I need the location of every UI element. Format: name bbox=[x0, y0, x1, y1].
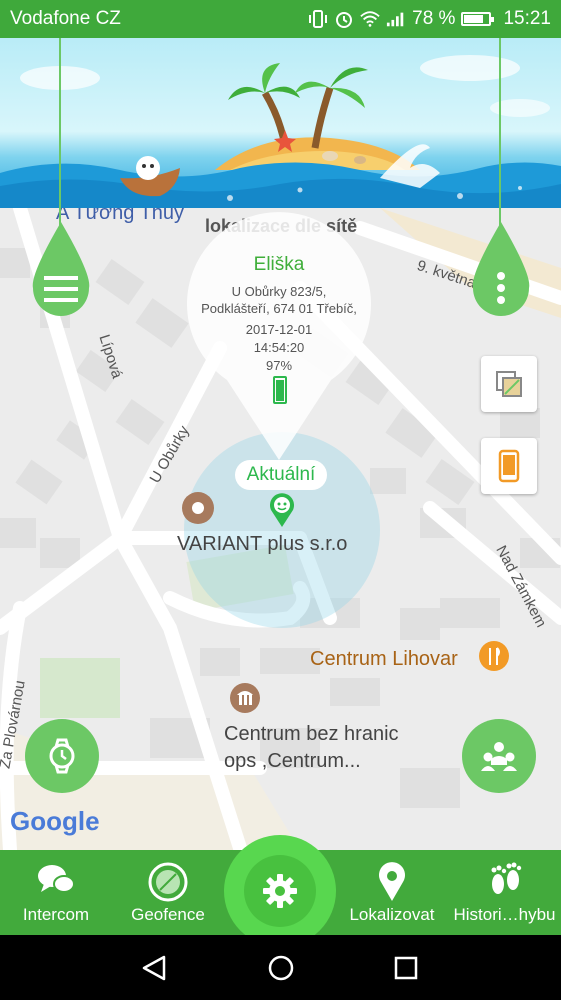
current-location-label: Aktuální bbox=[246, 464, 316, 485]
status-bar: Vodafone CZ 78 % 15:21 bbox=[0, 0, 561, 38]
address-line-1: U Obůrky 823/5, bbox=[231, 284, 327, 299]
landmark-icon bbox=[230, 683, 260, 713]
poi-lihovar-label: Centrum Lihovar bbox=[310, 648, 458, 670]
layers-icon bbox=[496, 371, 522, 397]
hamburger-icon bbox=[44, 276, 78, 302]
battery-percent: 78 % bbox=[412, 8, 456, 29]
more-vertical-icon bbox=[497, 272, 505, 304]
poi-pin-icon bbox=[182, 492, 214, 524]
menu-button[interactable] bbox=[30, 220, 92, 320]
gear-icon bbox=[263, 874, 297, 908]
options-drop-shape bbox=[472, 222, 530, 316]
address-line-2: Podklášteří, 674 01 Třebíč, bbox=[201, 301, 357, 316]
more-options-button[interactable] bbox=[470, 220, 532, 320]
settings-button[interactable] bbox=[224, 835, 336, 947]
current-location-badge: Aktuální bbox=[235, 460, 327, 490]
nav-lokalizovat-label: Lokalizovat bbox=[349, 905, 435, 924]
home-icon[interactable] bbox=[266, 953, 296, 983]
device-info-popup[interactable]: Eliška U Obůrky 823/5, Podklášteří, 674 … bbox=[187, 210, 371, 460]
google-logo: Google bbox=[10, 806, 100, 836]
alarm-icon bbox=[336, 12, 353, 28]
chat-bubbles-icon bbox=[38, 865, 75, 893]
status-icons: 78 % 15:21 bbox=[308, 8, 551, 30]
island-banner bbox=[0, 38, 561, 208]
family-icon bbox=[481, 742, 517, 771]
nav-intercom[interactable]: Intercom bbox=[0, 850, 112, 935]
island-illustration bbox=[0, 55, 561, 208]
menu-drop-shape bbox=[32, 222, 90, 316]
recents-icon[interactable] bbox=[391, 953, 421, 983]
nav-geofence-label: Geofence bbox=[131, 905, 205, 924]
wifi-icon bbox=[360, 11, 380, 27]
poi-centrum-label-line2: ops ,Centrum... bbox=[224, 750, 361, 772]
device-battery-icon bbox=[273, 376, 287, 404]
clock: 15:21 bbox=[503, 8, 551, 29]
vibrate-icon bbox=[309, 10, 328, 28]
family-button[interactable] bbox=[462, 719, 536, 793]
geofence-icon bbox=[148, 862, 188, 902]
nav-history-label: Histori…hybu bbox=[453, 905, 556, 924]
nav-history[interactable]: Histori…hybu bbox=[448, 850, 561, 935]
device-name: Eliška bbox=[253, 254, 305, 275]
watch-button[interactable] bbox=[25, 719, 99, 793]
settings-button-inner bbox=[244, 855, 316, 927]
footprints-icon bbox=[491, 862, 521, 894]
left-hanger-line bbox=[59, 38, 61, 228]
nav-lokalizovat[interactable]: Lokalizovat bbox=[336, 850, 448, 935]
back-icon[interactable] bbox=[140, 953, 170, 983]
location-pin-icon bbox=[379, 862, 405, 901]
signal-icon bbox=[387, 12, 404, 27]
carrier-name: Vodafone CZ bbox=[10, 8, 121, 29]
right-hanger-line bbox=[499, 38, 501, 228]
location-date: 2017-12-01 bbox=[245, 322, 313, 337]
watch-icon bbox=[49, 738, 75, 774]
system-navigation-bar bbox=[0, 935, 561, 1000]
poi-centrum-label-line1: Centrum bez hranic bbox=[224, 723, 399, 745]
nav-intercom-label: Intercom bbox=[22, 905, 90, 924]
phone-icon bbox=[498, 449, 520, 483]
battery-icon bbox=[461, 12, 495, 26]
poi-variant-label: VARIANT plus s.r.o bbox=[177, 533, 348, 555]
location-time: 14:54:20 bbox=[253, 340, 305, 355]
device-battery-percent: 97% bbox=[265, 358, 293, 373]
map-layer-button[interactable] bbox=[481, 356, 537, 412]
current-location-pin-icon bbox=[270, 493, 294, 527]
device-button[interactable] bbox=[481, 438, 537, 494]
restaurant-icon bbox=[479, 641, 509, 671]
nav-geofence[interactable]: Geofence bbox=[112, 850, 224, 935]
